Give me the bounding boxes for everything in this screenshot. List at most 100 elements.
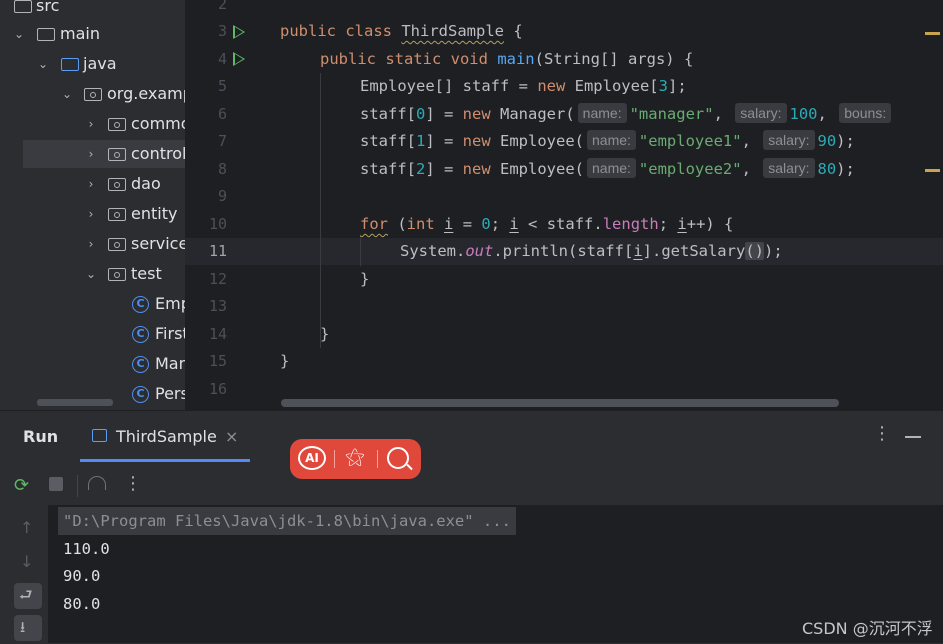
scroll-to-end-icon: ⭳	[20, 618, 26, 636]
chevron-down-icon[interactable]: ⌄	[14, 20, 24, 48]
chevron-right-icon[interactable]: ›	[86, 110, 96, 138]
warning-marker[interactable]	[925, 32, 940, 35]
arrow-down-icon[interactable]: ↓	[20, 552, 33, 571]
package-icon	[108, 178, 126, 191]
tree-item-common[interactable]: › commo	[0, 110, 185, 138]
console-icon	[92, 429, 107, 442]
tree-item-controller[interactable]: › control	[23, 140, 185, 168]
tree-item-class[interactable]: C Emp	[0, 290, 185, 318]
line-number: 14	[208, 325, 227, 343]
line-number: 3	[217, 22, 227, 40]
source-folder-icon	[61, 58, 79, 71]
stop-icon[interactable]	[49, 477, 63, 491]
pill-divider	[377, 450, 378, 468]
indent-guide	[360, 238, 361, 266]
tree-item-test[interactable]: ⌄ test	[0, 260, 185, 288]
tab-label: ThirdSample	[116, 427, 217, 446]
line-number: 5	[217, 77, 227, 95]
project-tree: src ⌄ main ⌄ java ⌄ org.examp › commo › …	[0, 0, 185, 410]
console-line: 90.0	[63, 567, 101, 585]
tree-item-src[interactable]: src	[0, 0, 185, 20]
chevron-down-icon[interactable]: ⌄	[62, 80, 72, 108]
console-line: 80.0	[63, 595, 101, 613]
class-icon: C	[132, 326, 149, 343]
parameter-hint: name:	[577, 103, 627, 123]
package-icon	[108, 268, 126, 281]
line-number: 11	[208, 242, 227, 260]
tree-item-java[interactable]: ⌄ java	[0, 50, 185, 78]
code-line-4: public static void main(String[] args) {	[320, 50, 694, 68]
arrow-up-icon[interactable]: ↑	[20, 518, 33, 537]
chevron-right-icon[interactable]: ›	[86, 170, 96, 198]
search-icon[interactable]	[387, 447, 409, 469]
run-gutter-icon[interactable]	[233, 52, 245, 66]
magic-wand-icon[interactable]: ⚝	[341, 444, 369, 468]
tree-item-label: src	[36, 0, 60, 15]
tree-item-service[interactable]: › service	[0, 230, 185, 258]
class-icon: C	[132, 296, 149, 313]
line-number: 7	[217, 132, 227, 150]
package-icon	[84, 88, 102, 101]
line-number: 10	[208, 215, 227, 233]
tree-item-label: dao	[131, 174, 161, 193]
line-number: 16	[208, 380, 227, 398]
code-line-12: }	[360, 270, 370, 288]
folder-icon	[14, 0, 32, 13]
tree-item-label: java	[83, 54, 117, 73]
chevron-right-icon[interactable]: ›	[86, 140, 96, 168]
tree-item-label: main	[60, 24, 100, 43]
parameter-hint: name:	[587, 130, 636, 150]
line-number: 6	[217, 105, 227, 123]
more-options-icon[interactable]: ⋮	[873, 423, 891, 444]
code-line-10: for (int i = 0; i < staff.length; i++) {	[360, 215, 734, 233]
package-icon	[108, 148, 126, 161]
line-number: 13	[208, 297, 227, 315]
console-line: 110.0	[63, 540, 110, 558]
tree-item-label: Pers	[155, 384, 185, 403]
tree-item-label: control	[131, 144, 185, 163]
parameter-hint: salary:	[763, 130, 815, 150]
tree-item-class[interactable]: C First	[0, 320, 185, 348]
toolbar-divider	[77, 475, 78, 497]
tree-item-main[interactable]: ⌄ main	[0, 20, 185, 48]
package-icon	[108, 208, 126, 221]
tree-item-label: Emp	[155, 294, 185, 313]
soft-wrap-icon: ⮐	[19, 586, 33, 604]
watermark: CSDN @沉河不浮	[802, 619, 933, 638]
parameter-hint: salary:	[763, 158, 815, 178]
tree-item-dao[interactable]: › dao	[0, 170, 185, 198]
code-line-7: staff[1] = new Employee(name: "employee1"…	[360, 130, 855, 150]
scroll-to-end-button[interactable]	[14, 615, 42, 641]
close-icon[interactable]: ×	[225, 427, 238, 446]
class-icon: C	[132, 386, 149, 403]
code-line-6: staff[0] = new Manager(name: "manager", s…	[360, 101, 894, 128]
code-line-5: Employee[] staff = new Employee[3];	[360, 77, 687, 95]
tree-item-entity[interactable]: › entity	[0, 200, 185, 228]
chevron-down-icon[interactable]: ⌄	[38, 50, 48, 78]
line-number: 4	[217, 50, 227, 68]
class-icon: C	[132, 356, 149, 373]
editor-horizontal-scrollbar[interactable]	[281, 399, 839, 407]
tree-item-label: commo	[131, 114, 185, 133]
parameter-hint: salary:	[735, 103, 787, 123]
code-line-8: staff[2] = new Employee(name: "employee2"…	[360, 158, 855, 178]
rerun-icon[interactable]: ⟳	[14, 475, 29, 496]
chevron-right-icon[interactable]: ›	[86, 200, 96, 228]
line-number: 8	[217, 160, 227, 178]
chevron-down-icon[interactable]: ⌄	[86, 260, 96, 288]
line-number: 9	[217, 187, 227, 205]
ai-icon[interactable]: AI	[298, 446, 326, 470]
minimize-icon[interactable]	[905, 436, 921, 438]
tree-item-label: Man	[155, 354, 185, 373]
tree-horizontal-scrollbar[interactable]	[37, 399, 113, 406]
line-number: 12	[208, 270, 227, 288]
tree-item-org-example[interactable]: ⌄ org.examp	[0, 80, 185, 108]
run-gutter-icon[interactable]	[233, 25, 245, 39]
pill-divider	[334, 450, 335, 468]
tree-item-class[interactable]: C Man	[0, 350, 185, 378]
chevron-right-icon[interactable]: ›	[86, 230, 96, 258]
profiler-icon[interactable]	[88, 476, 106, 490]
tree-item-label: org.examp	[107, 84, 185, 103]
more-actions-icon[interactable]: ⋮	[124, 473, 142, 494]
warning-marker[interactable]	[925, 169, 940, 172]
